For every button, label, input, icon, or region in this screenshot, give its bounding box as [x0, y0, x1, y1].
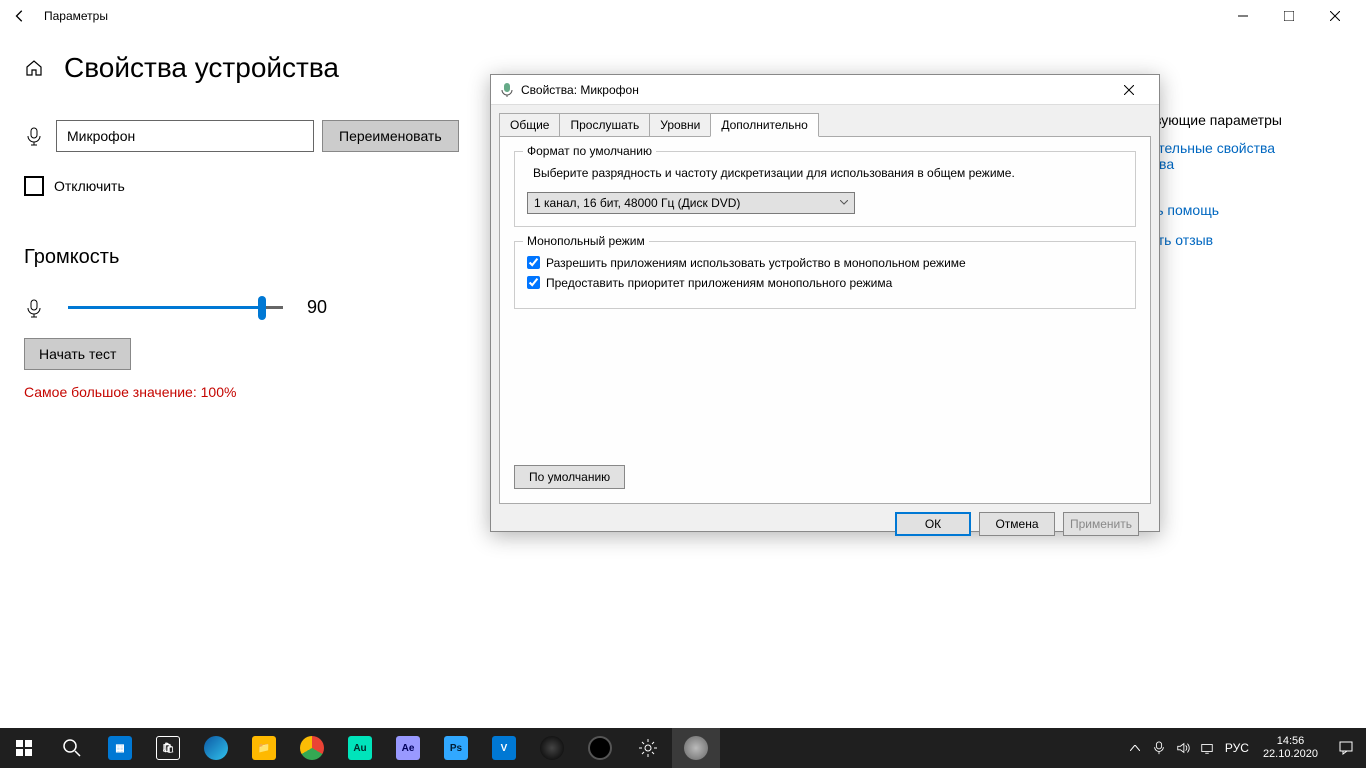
- dialog-tabs: Общие Прослушать Уровни Дополнительно: [499, 113, 1151, 136]
- disable-label: Отключить: [54, 178, 125, 194]
- chevron-down-icon: [840, 200, 848, 205]
- allow-exclusive-label: Разрешить приложениям использовать устро…: [546, 256, 966, 270]
- format-dropdown[interactable]: 1 канал, 16 бит, 48000 Гц (Диск DVD): [527, 192, 855, 214]
- taskbar-app-chrome[interactable]: [288, 728, 336, 768]
- slider-thumb[interactable]: [258, 296, 266, 320]
- tray-microphone-icon[interactable]: [1147, 728, 1171, 768]
- tray-clock[interactable]: 14:56 22.10.2020: [1255, 735, 1326, 761]
- settings-titlebar: Параметры: [0, 0, 1366, 32]
- tray-date: 22.10.2020: [1263, 748, 1318, 761]
- tab-listen[interactable]: Прослушать: [559, 113, 650, 136]
- taskbar-app-obs[interactable]: [576, 728, 624, 768]
- taskbar-app-photoshop[interactable]: Ps: [432, 728, 480, 768]
- taskbar-app-vegas[interactable]: V: [480, 728, 528, 768]
- microphone-properties-dialog: Свойства: Микрофон Общие Прослушать Уров…: [490, 74, 1160, 532]
- start-button[interactable]: [0, 728, 48, 768]
- restore-defaults-button[interactable]: По умолчанию: [514, 465, 625, 489]
- microphone-icon: [24, 298, 44, 318]
- taskbar-app-edge[interactable]: [192, 728, 240, 768]
- allow-exclusive-checkbox[interactable]: [527, 256, 540, 269]
- system-tray: РУС 14:56 22.10.2020: [1123, 728, 1366, 768]
- exclusive-priority-row[interactable]: Предоставить приоритет приложениям моноп…: [527, 276, 1123, 290]
- cancel-button[interactable]: Отмена: [979, 512, 1055, 536]
- taskbar-app-audition[interactable]: Au: [336, 728, 384, 768]
- maximize-button[interactable]: [1266, 0, 1312, 32]
- search-button[interactable]: [48, 728, 96, 768]
- exclusive-priority-label: Предоставить приоритет приложениям моноп…: [546, 276, 892, 290]
- home-icon[interactable]: [24, 58, 44, 78]
- tab-levels[interactable]: Уровни: [649, 113, 711, 136]
- tray-network-icon[interactable]: [1195, 728, 1219, 768]
- allow-exclusive-row[interactable]: Разрешить приложениям использовать устро…: [527, 256, 1123, 270]
- dialog-close-button[interactable]: [1106, 75, 1151, 105]
- taskbar: ▦ 🛍 📁 Au Ae Ps V РУС 14:56 22.10.2020: [0, 728, 1366, 768]
- tab-advanced[interactable]: Дополнительно: [710, 113, 818, 137]
- tray-chevron-up-icon[interactable]: [1123, 728, 1147, 768]
- taskbar-app-settings[interactable]: [624, 728, 672, 768]
- device-name-input[interactable]: [56, 120, 314, 152]
- tray-notifications-icon[interactable]: [1326, 728, 1366, 768]
- tray-time: 14:56: [1263, 735, 1318, 748]
- taskbar-app-cinema4d[interactable]: [528, 728, 576, 768]
- taskbar-app-store[interactable]: 🛍: [144, 728, 192, 768]
- default-format-desc: Выберите разрядность и частоту дискретиз…: [527, 166, 1123, 182]
- back-button[interactable]: [8, 4, 32, 28]
- taskbar-app-aftereffects[interactable]: Ae: [384, 728, 432, 768]
- tray-volume-icon[interactable]: [1171, 728, 1195, 768]
- page-title: Свойства устройства: [64, 52, 339, 84]
- apply-button[interactable]: Применить: [1063, 512, 1139, 536]
- window-title: Параметры: [44, 9, 108, 23]
- tab-general[interactable]: Общие: [499, 113, 560, 136]
- microphone-icon: [24, 126, 44, 146]
- volume-slider[interactable]: [68, 306, 283, 309]
- close-button[interactable]: [1312, 0, 1358, 32]
- disable-checkbox[interactable]: [24, 176, 44, 196]
- rename-button[interactable]: Переименовать: [322, 120, 459, 152]
- dialog-title: Свойства: Микрофон: [521, 83, 639, 97]
- exclusive-mode-group: Монопольный режим Разрешить приложениям …: [514, 241, 1136, 309]
- format-value: 1 канал, 16 бит, 48000 Гц (Диск DVD): [534, 196, 740, 210]
- tab-panel-advanced: Формат по умолчанию Выберите разрядность…: [499, 136, 1151, 504]
- microphone-icon: [499, 82, 515, 98]
- dialog-titlebar[interactable]: Свойства: Микрофон: [491, 75, 1159, 105]
- volume-value: 90: [307, 297, 327, 318]
- ok-button[interactable]: ОК: [895, 512, 971, 536]
- exclusive-priority-checkbox[interactable]: [527, 276, 540, 289]
- tray-language[interactable]: РУС: [1219, 741, 1255, 755]
- taskbar-app-explorer[interactable]: 📁: [240, 728, 288, 768]
- start-test-button[interactable]: Начать тест: [24, 338, 131, 370]
- exclusive-mode-title: Монопольный режим: [523, 234, 649, 248]
- default-format-title: Формат по умолчанию: [523, 144, 656, 158]
- minimize-button[interactable]: [1220, 0, 1266, 32]
- taskbar-app-active[interactable]: [672, 728, 720, 768]
- window-controls: [1220, 0, 1358, 32]
- dialog-button-row: ОК Отмена Применить: [499, 504, 1151, 544]
- default-format-group: Формат по умолчанию Выберите разрядность…: [514, 151, 1136, 227]
- taskbar-app-calculator[interactable]: ▦: [96, 728, 144, 768]
